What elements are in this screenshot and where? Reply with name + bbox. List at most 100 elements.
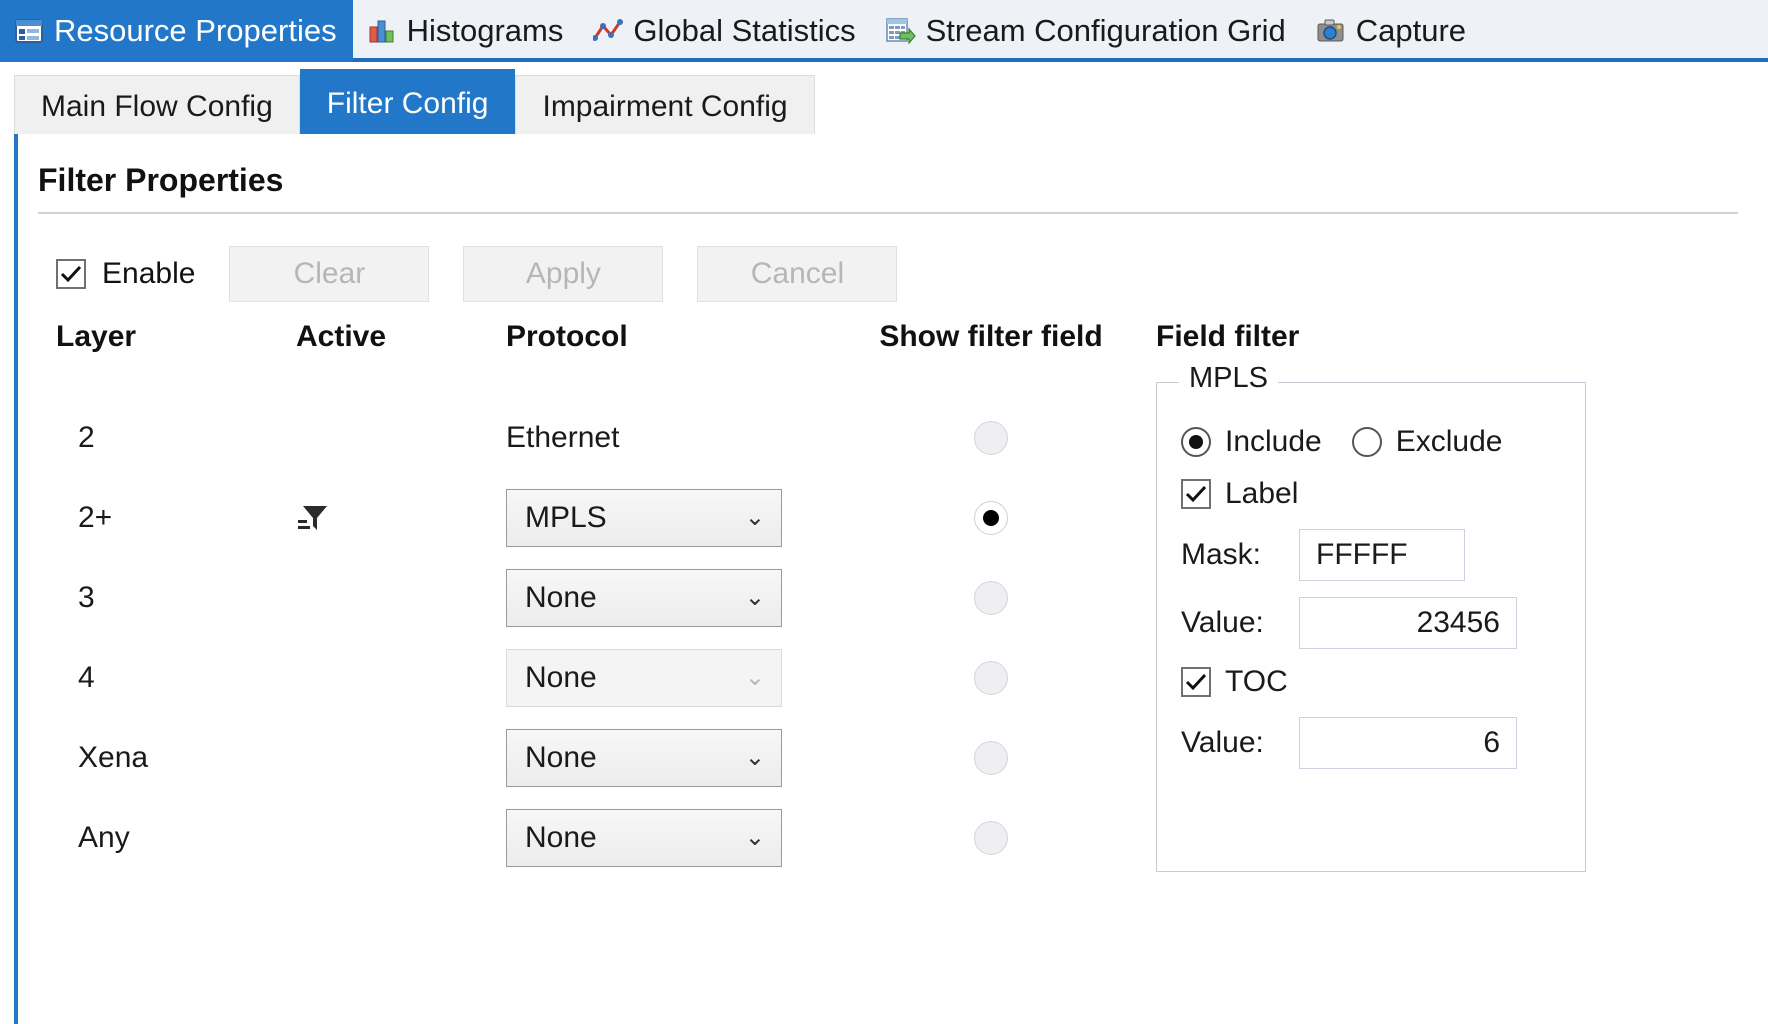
row-protocol-cell: None ⌄ xyxy=(506,558,836,627)
tab-label: Resource Properties xyxy=(54,13,337,48)
row-active-cell xyxy=(296,478,466,539)
toc-checkbox-label: TOC xyxy=(1225,665,1288,698)
resource-properties-icon xyxy=(14,17,44,45)
tab-filter-config[interactable]: Filter Config xyxy=(299,69,516,138)
label-value-input[interactable]: 23456 xyxy=(1299,597,1517,649)
row-layer-label: 4 xyxy=(78,661,95,694)
capture-icon xyxy=(1316,17,1346,45)
chevron-down-icon: ⌄ xyxy=(744,504,765,531)
toc-value-input[interactable]: 6 xyxy=(1299,717,1517,769)
row-protocol-cell: None ⌄ xyxy=(506,798,836,867)
filter-action-row: Enable Clear Apply Cancel xyxy=(56,246,898,302)
mask-input[interactable]: FFFFF xyxy=(1299,529,1465,581)
protocol-dropdown[interactable]: None ⌄ xyxy=(506,809,782,867)
protocol-dropdown[interactable]: None ⌄ xyxy=(506,569,782,627)
tab-label: Main Flow Config xyxy=(41,90,273,123)
label-checkbox[interactable] xyxy=(1181,479,1211,509)
row-protocol-cell: None ⌄ xyxy=(506,718,836,787)
chevron-down-icon: ⌄ xyxy=(744,744,765,771)
tab-label: Capture xyxy=(1355,13,1467,48)
tab-label: Filter Config xyxy=(326,87,489,120)
clear-button[interactable]: Clear xyxy=(229,246,430,302)
mask-field-row: Mask: FFFFF xyxy=(1181,529,1573,581)
protocol-dropdown-value: None xyxy=(525,661,597,694)
column-header-layer: Layer xyxy=(56,320,137,353)
exclude-label: Exclude xyxy=(1395,425,1503,458)
checkmark-icon xyxy=(60,265,82,283)
checkmark-icon xyxy=(1185,485,1207,503)
groupbox-body: Include Exclude Label Mask: FFFFF Value: xyxy=(1181,425,1573,785)
tab-label: Impairment Config xyxy=(542,90,788,123)
toc-value-field-row: Value: 6 xyxy=(1181,717,1573,769)
protocol-dropdown-value: None xyxy=(525,821,597,854)
tab-label: Histograms xyxy=(406,13,564,48)
exclude-radio[interactable] xyxy=(1351,427,1382,457)
show-filter-field-radio[interactable] xyxy=(974,741,1008,775)
stream-configuration-grid-icon xyxy=(885,17,916,45)
mask-label: Mask: xyxy=(1181,538,1262,571)
protocol-dropdown-value: None xyxy=(525,581,597,614)
protocol-dropdown[interactable]: None ⌄ xyxy=(506,729,782,787)
protocol-dropdown-value: None xyxy=(525,741,597,774)
show-filter-field-radio[interactable] xyxy=(974,501,1008,535)
filter-icon[interactable] xyxy=(296,500,330,539)
table-header-row: Layer Active Protocol Show filter field … xyxy=(56,320,1676,366)
row-layer-label: 2 xyxy=(78,421,95,454)
show-filter-field-radio[interactable] xyxy=(974,421,1008,455)
title-divider xyxy=(38,212,1738,214)
toc-checkbox[interactable] xyxy=(1181,667,1211,697)
tab-label: Global Statistics xyxy=(633,13,856,48)
row-protocol-cell: None ⌄ xyxy=(506,638,836,707)
tab-label: Stream Configuration Grid xyxy=(925,13,1286,48)
chevron-down-icon: ⌄ xyxy=(744,824,765,851)
row-show-filter-cell xyxy=(846,638,1136,700)
row-layer-label: Any xyxy=(78,821,130,854)
tab-resource-properties[interactable]: Resource Properties xyxy=(0,0,353,62)
enable-label: Enable xyxy=(102,257,196,290)
row-show-filter-cell xyxy=(846,718,1136,780)
show-filter-field-radio[interactable] xyxy=(974,821,1008,855)
primary-tab-bar: Resource Properties Histograms Global St… xyxy=(0,0,1768,62)
column-header-show-filter-field: Show filter field xyxy=(879,320,1103,353)
tab-main-flow-config[interactable]: Main Flow Config xyxy=(14,75,300,138)
tab-capture[interactable]: Capture xyxy=(1302,0,1482,62)
toc-value-label: Value: xyxy=(1181,726,1264,759)
checkmark-icon xyxy=(1185,673,1207,691)
tab-stream-configuration-grid[interactable]: Stream Configuration Grid xyxy=(872,0,1302,62)
label-checkbox-label: Label xyxy=(1225,477,1299,510)
apply-button[interactable]: Apply xyxy=(463,246,664,302)
chevron-down-icon: ⌄ xyxy=(744,664,765,691)
groupbox-legend: MPLS xyxy=(1179,362,1278,395)
global-statistics-icon xyxy=(593,17,624,45)
protocol-dropdown-value: MPLS xyxy=(525,501,607,534)
show-filter-field-radio[interactable] xyxy=(974,661,1008,695)
secondary-tab-bar: Main Flow Config Filter Config Impairmen… xyxy=(0,66,1768,138)
row-protocol-cell: MPLS ⌄ xyxy=(506,478,836,547)
page-title: Filter Properties xyxy=(38,162,284,198)
show-filter-field-radio[interactable] xyxy=(974,581,1008,615)
tab-impairment-config[interactable]: Impairment Config xyxy=(515,75,815,138)
tab-global-statistics[interactable]: Global Statistics xyxy=(579,0,871,62)
row-layer-label: 2+ xyxy=(78,501,113,534)
column-header-active: Active xyxy=(296,320,387,353)
include-exclude-radio-group: Include Exclude xyxy=(1181,425,1573,459)
protocol-dropdown[interactable]: MPLS ⌄ xyxy=(506,489,782,547)
row-layer-label: Xena xyxy=(78,741,149,774)
include-radio[interactable] xyxy=(1181,427,1211,457)
label-checkbox-row: Label xyxy=(1181,477,1573,511)
column-header-protocol: Protocol xyxy=(506,320,628,353)
tab-histograms[interactable]: Histograms xyxy=(353,0,580,62)
toc-checkbox-row: TOC xyxy=(1181,665,1573,699)
column-header-field-filter: Field filter xyxy=(1156,320,1300,353)
field-filter-groupbox: MPLS Include Exclude Label Mask: FFFFF V… xyxy=(1156,362,1586,872)
cancel-button[interactable]: Cancel xyxy=(697,246,898,302)
enable-checkbox[interactable] xyxy=(56,259,86,289)
row-show-filter-cell xyxy=(846,478,1136,535)
label-value-field-row: Value: 23456 xyxy=(1181,597,1573,649)
row-protocol-static: Ethernet xyxy=(506,421,620,454)
protocol-dropdown[interactable]: None ⌄ xyxy=(506,649,782,707)
row-show-filter-cell xyxy=(846,398,1136,460)
row-layer-label: 3 xyxy=(78,581,95,614)
filter-config-pane: Filter Properties Enable Clear Apply Can… xyxy=(14,134,1768,1024)
row-show-filter-cell xyxy=(846,558,1136,620)
